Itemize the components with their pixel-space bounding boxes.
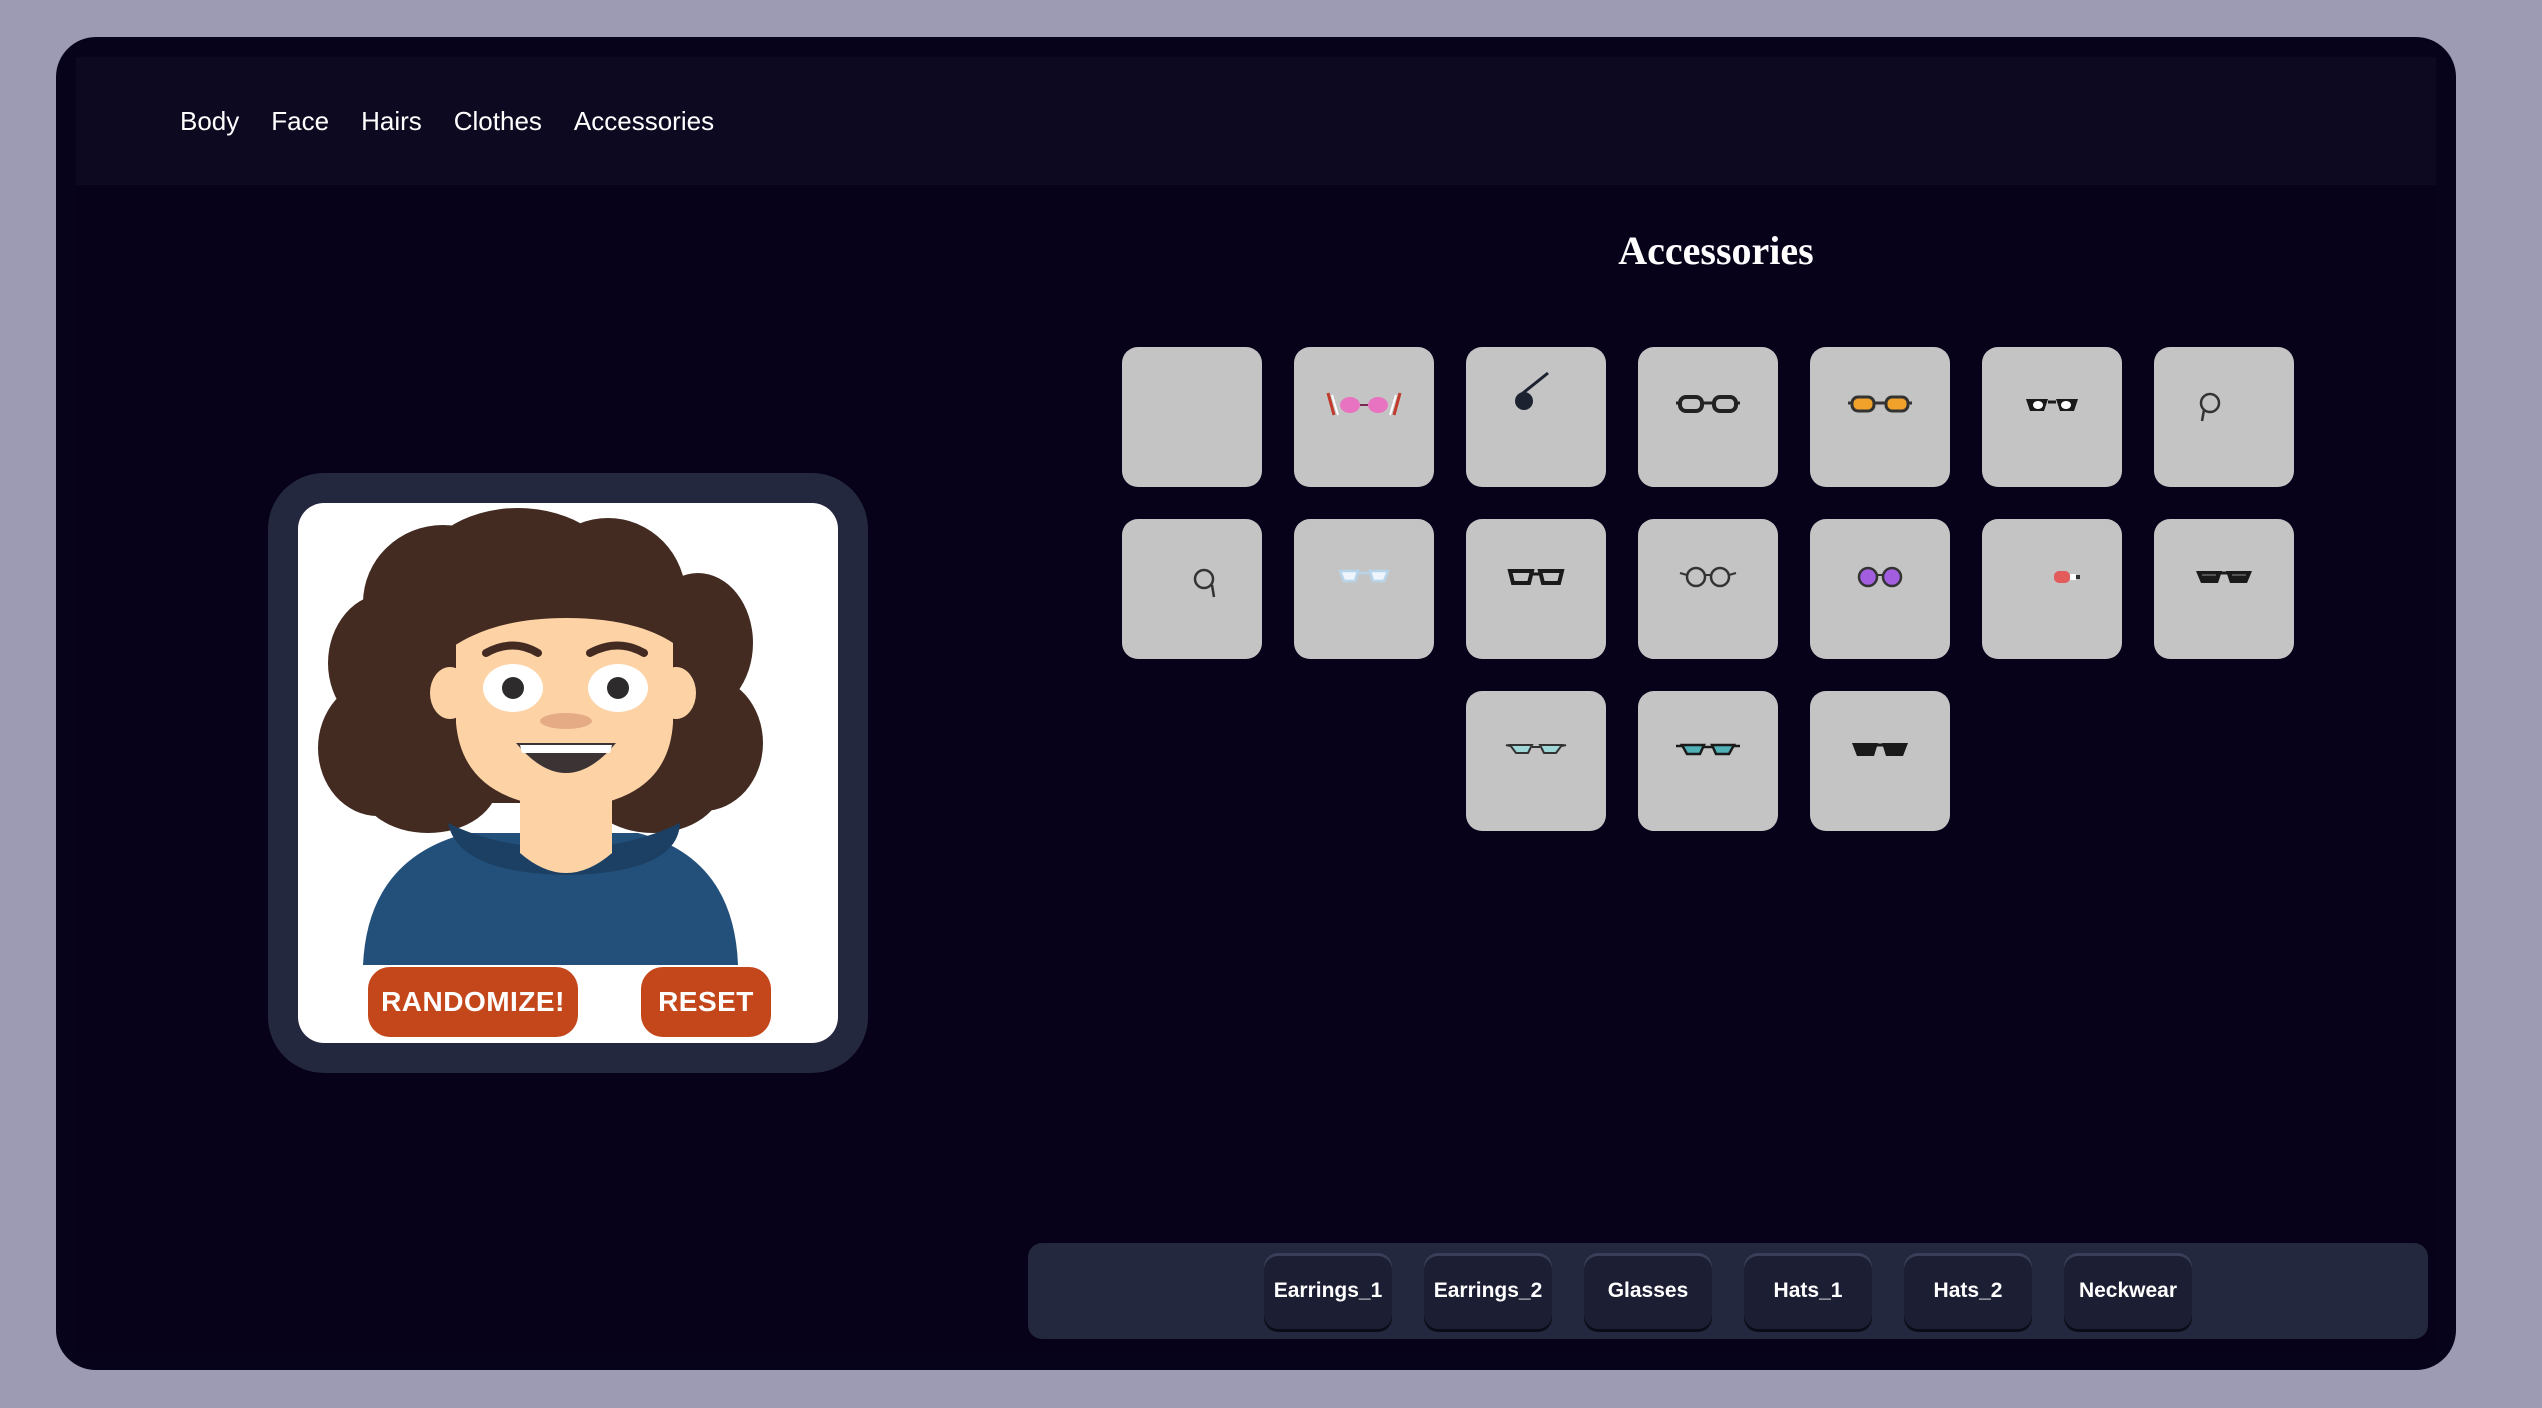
accessory-option[interactable] — [2154, 347, 2294, 487]
nav-item-hairs[interactable]: Hairs — [361, 106, 422, 137]
accessory-option[interactable] — [1122, 519, 1262, 659]
purple-round-glasses-icon — [1857, 566, 1903, 588]
accessory-option[interactable] — [1810, 519, 1950, 659]
accessory-option[interactable] — [1638, 347, 1778, 487]
category-earrings-1-button[interactable]: Earrings_1 — [1264, 1253, 1392, 1329]
avatar-preview: RANDOMIZE! RESET — [298, 503, 838, 1043]
accessory-option[interactable] — [1466, 519, 1606, 659]
section-title: Accessories — [1618, 228, 1814, 273]
monocle-right-icon — [1193, 568, 1216, 598]
orange-glasses-icon — [1848, 395, 1912, 413]
category-bar: Earrings_1 Earrings_2 Glasses Hats_1 Hat… — [1028, 1243, 2428, 1339]
top-nav: Body Face Hairs Clothes Accessories — [76, 57, 2436, 185]
pink-heart-glasses-icon — [1326, 392, 1402, 416]
accessory-option[interactable] — [1466, 347, 1606, 487]
clear-glasses-icon — [1338, 569, 1390, 583]
category-earrings-2-button[interactable]: Earrings_2 — [1424, 1253, 1552, 1329]
nav-item-accessories[interactable]: Accessories — [574, 106, 714, 137]
avatar-preview-card: RANDOMIZE! RESET — [268, 473, 868, 1073]
thin-round-glasses-icon — [1679, 566, 1737, 588]
rectangle-glasses-icon — [1676, 395, 1740, 413]
accessory-option[interactable] — [1466, 691, 1606, 831]
category-glasses-button[interactable]: Glasses — [1584, 1253, 1712, 1329]
category-neckwear-button[interactable]: Neckwear — [2064, 1253, 2192, 1329]
accessory-option-none[interactable] — [1122, 347, 1262, 487]
app-window: Body Face Hairs Clothes Accessories RAND… — [56, 37, 2456, 1370]
black-round-glasses-icon — [1507, 569, 1565, 585]
accessory-option[interactable] — [1294, 519, 1434, 659]
nav-item-body[interactable]: Body — [180, 106, 239, 137]
accessory-option[interactable] — [1638, 519, 1778, 659]
white-cateye-glasses-icon — [2026, 399, 2078, 411]
dark-sunglasses-icon — [1852, 743, 1908, 756]
black-sunglasses-icon — [2196, 571, 2252, 583]
accessory-option[interactable] — [1982, 347, 2122, 487]
category-hats-1-button[interactable]: Hats_1 — [1744, 1253, 1872, 1329]
eyepatch-icon — [1515, 371, 1549, 410]
accessory-option[interactable] — [1810, 691, 1950, 831]
randomize-button[interactable]: RANDOMIZE! — [368, 967, 578, 1037]
app-frame: Body Face Hairs Clothes Accessories RAND… — [76, 57, 2436, 1350]
accessory-option[interactable] — [2154, 519, 2294, 659]
nav-item-face[interactable]: Face — [271, 106, 329, 137]
teal-glasses-icon — [1676, 743, 1740, 756]
accessory-option[interactable] — [1810, 347, 1950, 487]
reset-button[interactable]: RESET — [641, 967, 771, 1037]
avatar-illustration — [318, 508, 763, 965]
category-hats-2-button[interactable]: Hats_2 — [1904, 1253, 2032, 1329]
monocle-left-icon — [2199, 392, 2221, 422]
red-eyepiece-icon — [2054, 571, 2080, 583]
nav-item-clothes[interactable]: Clothes — [454, 106, 542, 137]
accessory-option[interactable] — [1294, 347, 1434, 487]
accessory-option[interactable] — [1638, 691, 1778, 831]
teal-cateye-glasses-icon — [1505, 744, 1567, 754]
accessory-option[interactable] — [1982, 519, 2122, 659]
